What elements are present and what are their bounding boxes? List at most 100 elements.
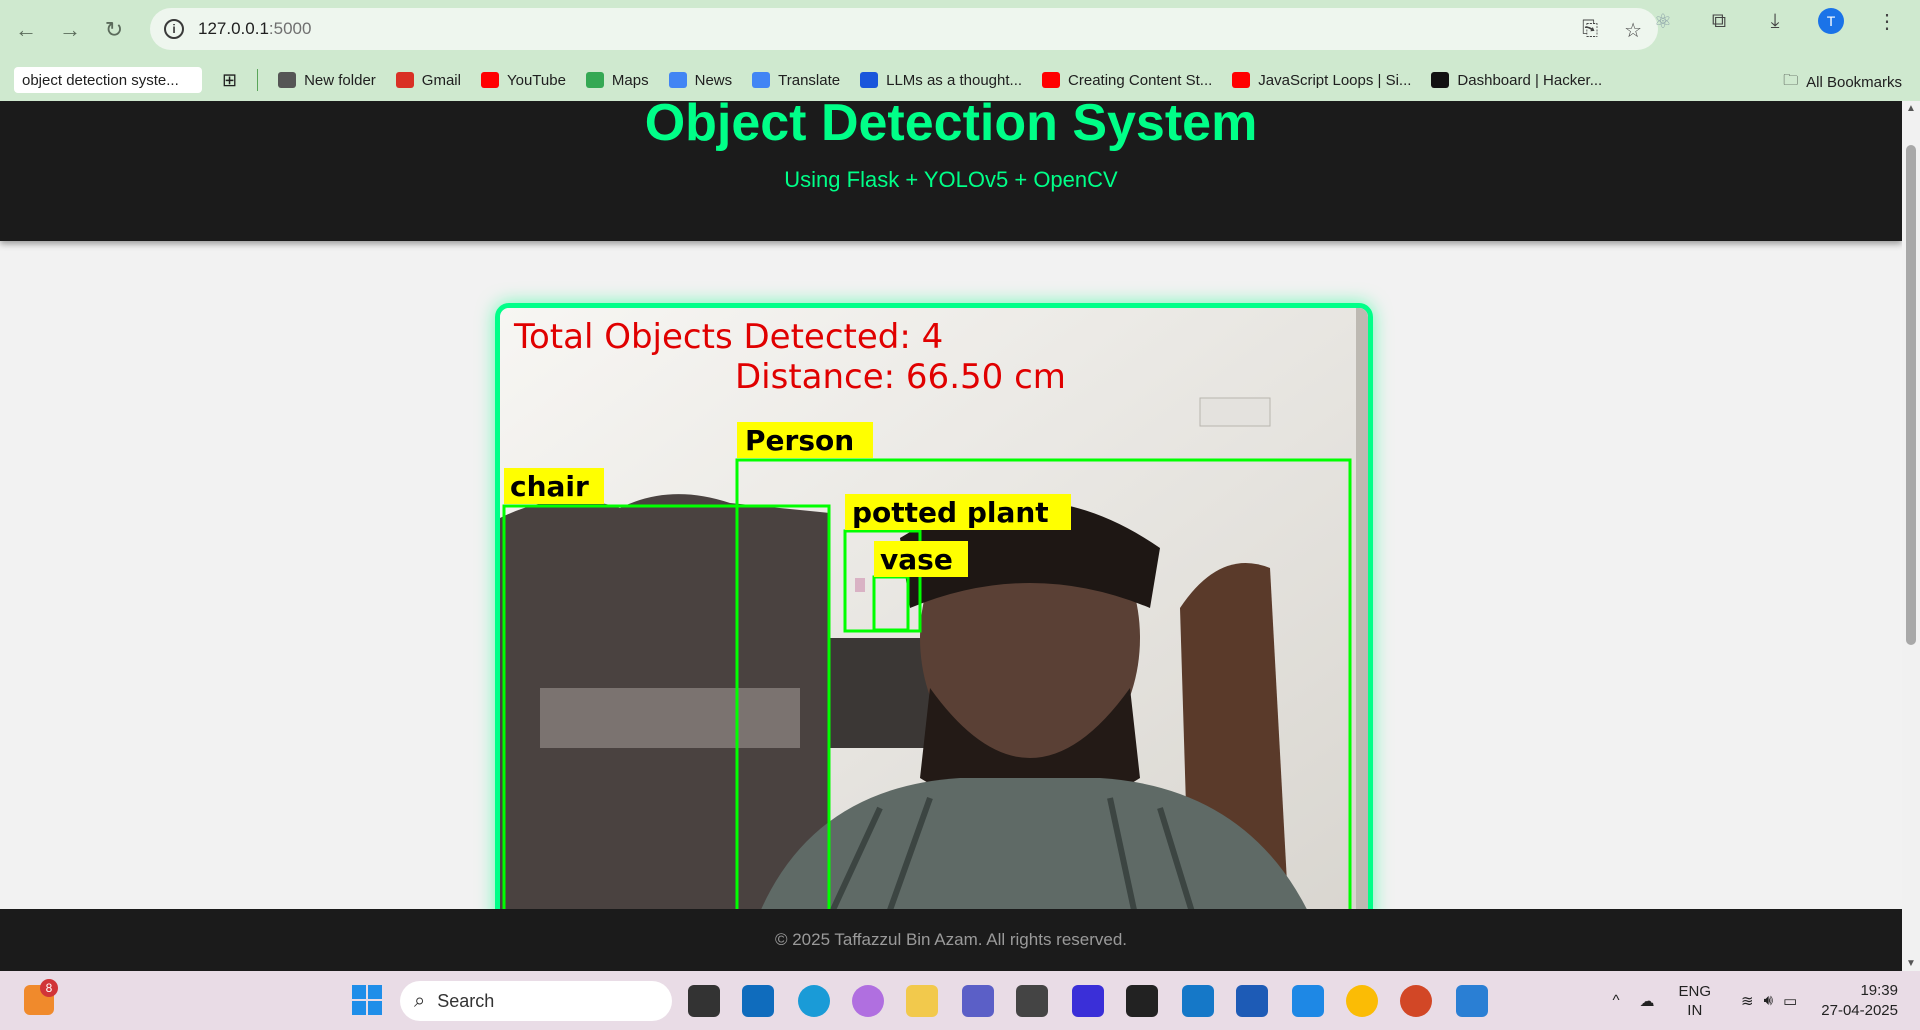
person-label: Person — [745, 424, 854, 457]
onedrive-icon[interactable]: ☁ — [1640, 992, 1655, 1010]
page-scrollbar[interactable]: ▲ ▼ — [1902, 101, 1920, 971]
site-info-icon[interactable]: i — [164, 19, 184, 39]
bookmark-label: LLMs as a thought... — [886, 71, 1023, 89]
bookmark-label: New folder — [304, 71, 376, 89]
clock-date: 27-04-2025 — [1821, 1001, 1898, 1019]
notification-badge: 8 — [40, 979, 58, 997]
photos-icon[interactable] — [1456, 985, 1488, 1017]
store-icon[interactable] — [742, 985, 774, 1017]
clock-time: 19:39 — [1860, 981, 1898, 999]
bookmark-item[interactable]: News — [668, 71, 733, 89]
forward-icon[interactable]: → — [52, 12, 88, 48]
system-tray: ^ ☁ ENG IN ≋ 🔊︎ ▭ 19:39 27-04-2025 — [1612, 971, 1920, 1030]
bookmark-item[interactable]: JavaScript Loops | Si... — [1232, 72, 1411, 89]
news-icon — [668, 72, 687, 88]
extensions-puzzle-icon[interactable]: ⧉ — [1706, 10, 1732, 33]
back-icon[interactable]: ← — [8, 12, 44, 48]
page-title: Object Detection System — [644, 101, 1258, 152]
bookmark-item[interactable]: YouTube — [480, 71, 566, 89]
wifi-icon[interactable]: ≋ — [1741, 992, 1754, 1010]
copilot-icon[interactable] — [852, 985, 884, 1017]
scroll-up-icon[interactable]: ▲ — [1906, 103, 1916, 114]
folder-icon: 🗀 — [1783, 72, 1799, 89]
word-icon[interactable] — [1236, 985, 1268, 1017]
plant-flower-shape — [855, 578, 865, 592]
bookmark-item[interactable]: New folder — [278, 72, 376, 89]
bookmark-item[interactable]: Translate — [752, 72, 840, 89]
bookmark-item[interactable]: Gmail — [395, 71, 461, 89]
detection-frame: Person chair potted plant vase Total Obj… — [500, 308, 1368, 938]
download-icon[interactable]: ⤓ — [1762, 10, 1788, 33]
search-icon: ⌕ — [414, 989, 426, 1012]
search-tabs-chip[interactable]: object detection syste... — [14, 67, 202, 93]
teams-icon[interactable] — [962, 985, 994, 1017]
page-viewport: Object Detection System Using Flask + YO… — [0, 101, 1902, 971]
potted-plant-label: potted plant — [852, 496, 1049, 529]
app-hex-icon[interactable] — [1016, 985, 1048, 1017]
translate-page-icon[interactable]: ⎘ — [1582, 18, 1598, 43]
youtube-icon — [1042, 72, 1061, 88]
vscode-icon[interactable] — [1182, 985, 1214, 1017]
url-host: 127.0.0.1 — [198, 19, 269, 38]
vase-label: vase — [880, 543, 953, 576]
page-subtitle: Using Flask + YOLOv5 + OpenCV — [784, 167, 1118, 192]
bookmark-item[interactable]: Creating Content St... — [1042, 72, 1212, 89]
lang-top: ENG — [1678, 982, 1712, 1000]
tray-chevron-up-icon[interactable]: ^ — [1612, 992, 1619, 1009]
chair-slat — [540, 688, 800, 748]
battery-icon[interactable]: ▭ — [1783, 992, 1797, 1010]
distance-text: Distance: 66.50 cm — [735, 357, 1066, 397]
c-logo-icon — [860, 72, 879, 88]
youtube-icon — [1232, 72, 1251, 88]
app-c-icon[interactable] — [1126, 985, 1158, 1017]
bookmark-label: Maps — [611, 71, 649, 89]
extension-react-icon[interactable]: ⚛ — [1650, 9, 1676, 34]
bookmarks-bar: object detection syste... ⊞ New folder Gm… — [0, 59, 1920, 101]
bookmark-star-icon[interactable]: ☆ — [1624, 18, 1642, 43]
bookmark-label: Translate — [778, 71, 841, 89]
powerpoint-icon[interactable] — [1400, 985, 1432, 1017]
bookmark-label: Creating Content St... — [1068, 71, 1213, 89]
chrome-icon[interactable] — [1346, 985, 1378, 1017]
windows-taskbar: 8 ⌕ Search ^ ☁ ENG IN ≋ 🔊︎ ▭ 19:39 27-04… — [0, 971, 1920, 1030]
total-objects-text: Total Objects Detected: 4 — [513, 317, 943, 357]
youtube-icon — [480, 72, 499, 88]
bookmark-item[interactable]: LLMs as a thought... — [860, 72, 1022, 89]
volume-icon[interactable]: 🔊︎ — [1764, 992, 1773, 1009]
bookmark-item[interactable]: Dashboard | Hacker... — [1431, 72, 1602, 89]
all-bookmarks-label: All Bookmarks — [1806, 74, 1902, 91]
windows-start-icon[interactable] — [352, 985, 382, 1015]
page-footer: © 2025 Taffazzul Bin Azam. All rights re… — [0, 909, 1902, 971]
language-indicator[interactable]: ENG IN — [1679, 982, 1712, 1020]
notepad-icon[interactable] — [1292, 985, 1324, 1017]
profile-avatar[interactable]: T — [1818, 8, 1844, 34]
scroll-down-icon[interactable]: ▼ — [1906, 958, 1916, 969]
menu-kebab-icon[interactable]: ⋮ — [1874, 9, 1900, 34]
scrollbar-thumb[interactable] — [1906, 145, 1916, 645]
clock[interactable]: 19:39 27-04-2025 — [1821, 981, 1920, 1021]
all-bookmarks[interactable]: 🗀 All Bookmarks — [1783, 70, 1902, 95]
bookmark-label: YouTube — [506, 71, 566, 89]
bookmark-label: News — [694, 71, 733, 89]
chair-label: chair — [510, 470, 589, 503]
task-view-icon[interactable] — [688, 985, 720, 1017]
apps-grid-icon[interactable]: ⊞ — [222, 70, 237, 91]
taskbar-search[interactable]: ⌕ Search — [400, 981, 672, 1021]
door-edge — [1356, 308, 1368, 938]
bookmark-label: Gmail — [421, 71, 461, 89]
translate-icon — [752, 72, 771, 88]
bookmark-label: Dashboard | Hacker... — [1457, 71, 1603, 89]
app-m-icon[interactable] — [1072, 985, 1104, 1017]
bookmark-label: JavaScript Loops | Si... — [1258, 71, 1412, 89]
browser-toolbar: ← → ↻ i 127.0.0.1:5000 ⎘ ☆ ⚛ ⧉ ⤓ T ⋮ — [0, 0, 1920, 59]
file-explorer-icon[interactable] — [906, 985, 938, 1017]
bookmark-item[interactable]: Maps — [585, 71, 649, 89]
wall-switchboard — [1199, 397, 1271, 427]
edge-icon[interactable] — [798, 985, 830, 1017]
maps-icon — [585, 72, 604, 88]
reload-icon[interactable]: ↻ — [96, 12, 132, 48]
search-placeholder: Search — [437, 990, 495, 1011]
hackerrank-icon — [1431, 72, 1450, 88]
address-bar[interactable]: i 127.0.0.1:5000 ⎘ ☆ — [150, 8, 1658, 50]
lang-bottom: IN — [1687, 1001, 1703, 1019]
